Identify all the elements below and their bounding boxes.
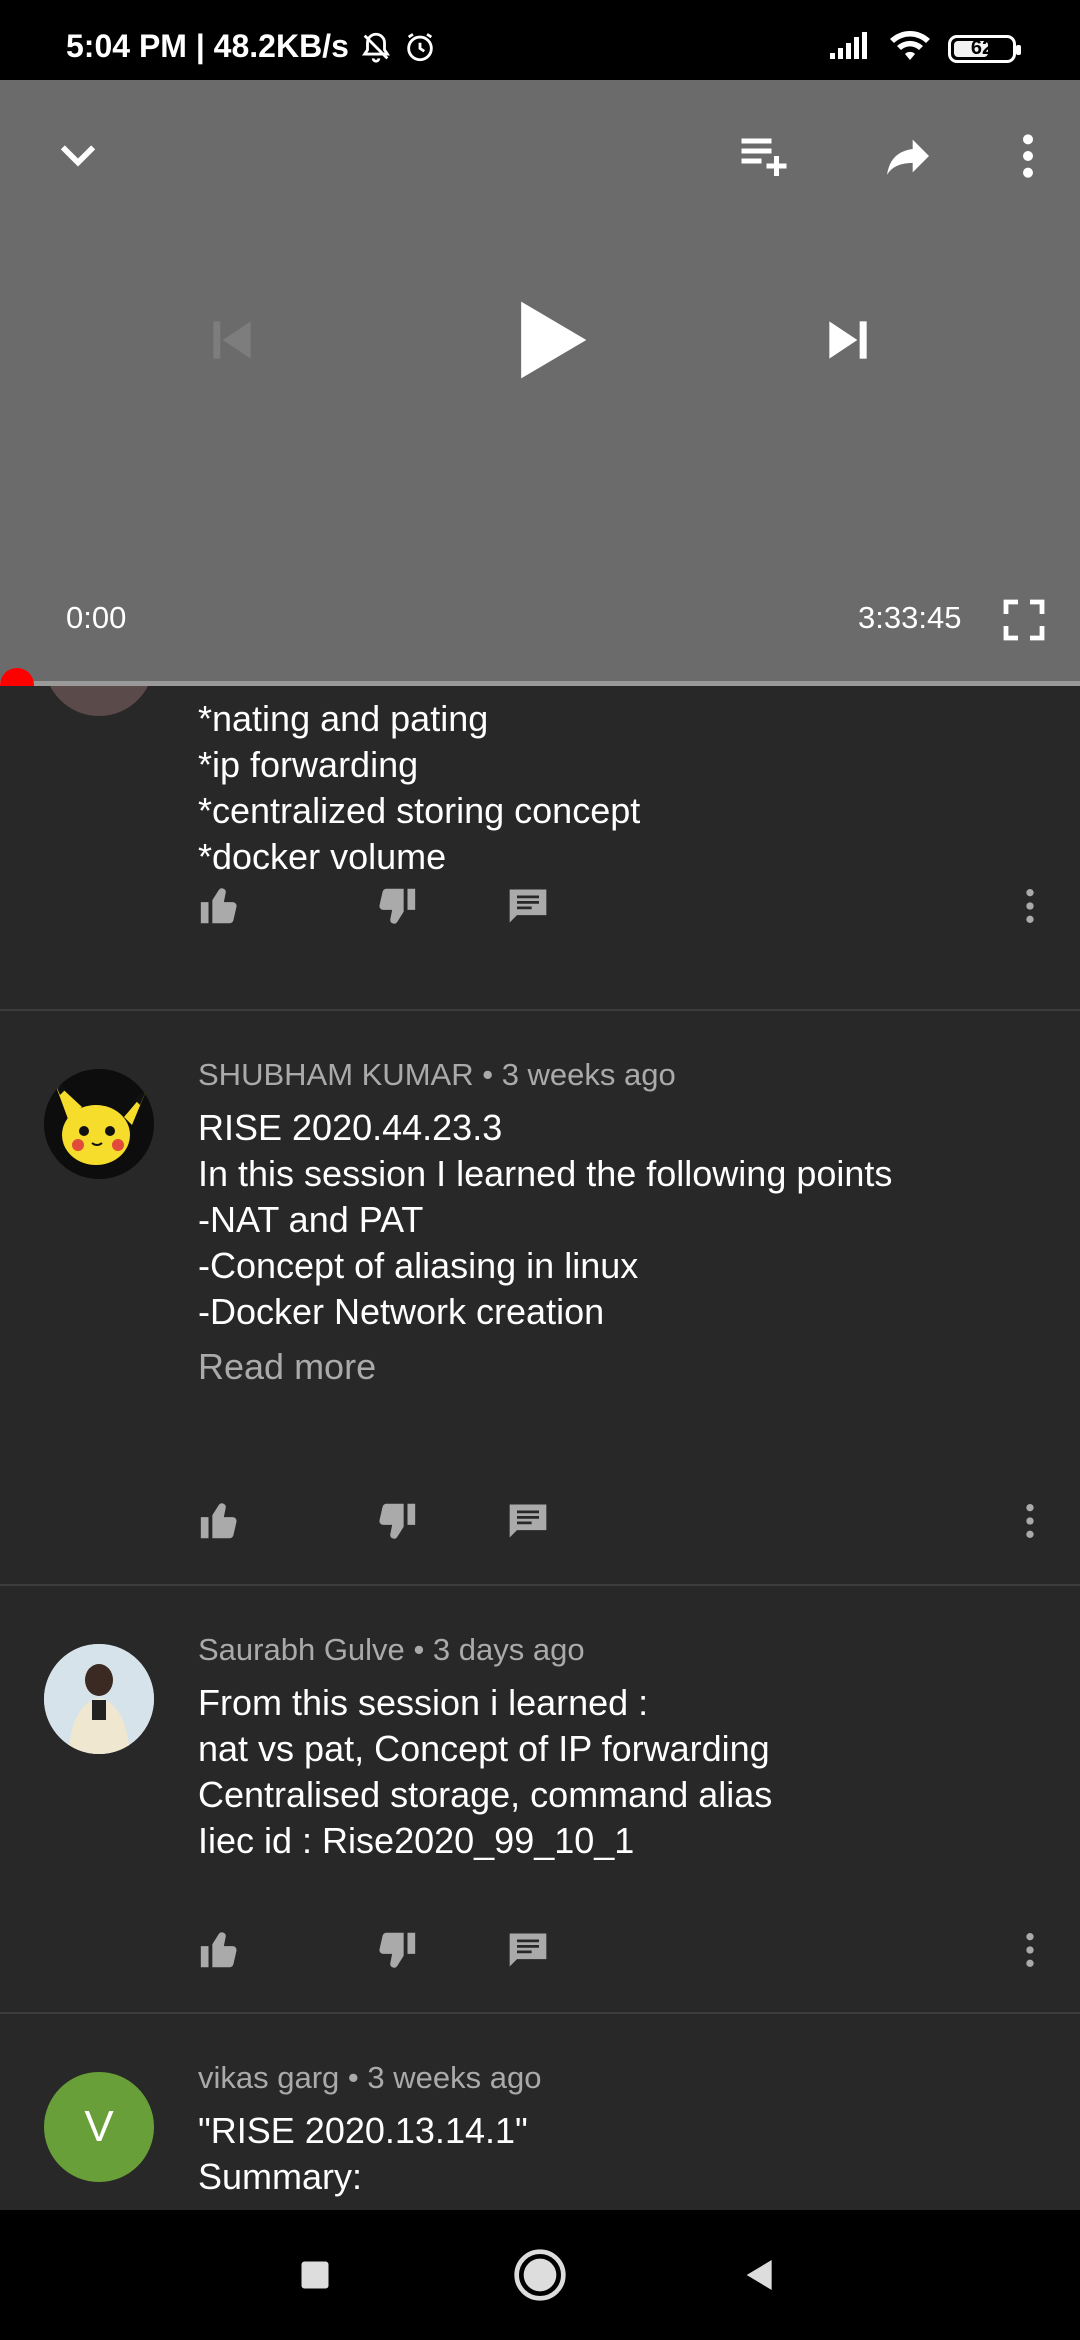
avatar[interactable]: V [44, 2072, 154, 2182]
dislike-icon[interactable] [366, 876, 426, 936]
comment-more-icon[interactable] [1000, 1491, 1060, 1551]
status-right: 62 [828, 30, 1021, 67]
comment-text: RISE 2020.44.23.3 In this session I lear… [198, 1107, 893, 1332]
comment-text: *nating and pating *ip forwarding *centr… [198, 698, 641, 877]
comment-more-icon[interactable] [1000, 1920, 1060, 1980]
comment-age: 3 weeks ago [501, 1057, 676, 1092]
signal-icon [828, 31, 872, 66]
previous-icon[interactable] [196, 304, 268, 376]
comment-meta: vikas garg • 3 weeks ago [198, 2060, 541, 2096]
comment-author[interactable]: SHUBHAM KUMAR [198, 1057, 474, 1092]
meta-separator: • [347, 2060, 368, 2095]
current-time: 0:00 [66, 600, 127, 635]
video-player[interactable]: 0:00 3:33:45 [0, 80, 1080, 702]
status-left: 5:04 PM | 48.2KB/s [66, 28, 437, 65]
add-to-queue-icon[interactable] [732, 124, 796, 188]
fullscreen-icon[interactable] [996, 592, 1052, 648]
home-icon[interactable] [510, 2245, 570, 2305]
comment-actions [0, 1491, 1080, 1551]
comment-item: V vikas garg • 3 weeks ago "RISE 2020.13… [0, 2014, 1080, 2210]
navigation-bar [0, 2210, 1080, 2340]
like-icon[interactable] [190, 1920, 250, 1980]
dislike-icon[interactable] [366, 1920, 426, 1980]
mute-icon [359, 30, 393, 64]
duration: 3:33:45 [858, 600, 962, 635]
like-icon[interactable] [190, 876, 250, 936]
dislike-icon[interactable] [366, 1491, 426, 1551]
reply-icon[interactable] [498, 876, 558, 936]
wifi-icon [888, 30, 932, 67]
comment-item: SHUBHAM KUMAR • 3 weeks ago RISE 2020.44… [0, 1011, 1080, 1586]
comment-meta: Saurabh Gulve • 3 days ago [198, 1632, 585, 1668]
comment-author[interactable]: Saurabh Gulve [198, 1632, 405, 1667]
battery-level: 62 [970, 37, 994, 59]
comment-age: 3 days ago [432, 1632, 585, 1667]
recents-icon[interactable] [285, 2245, 345, 2305]
battery-icon: 62 [948, 34, 1021, 63]
comments-list[interactable]: *nating and pating *ip forwarding *centr… [0, 686, 1080, 2210]
comment-meta: SHUBHAM KUMAR • 3 weeks ago [198, 1057, 676, 1093]
comment-actions [0, 1920, 1080, 1980]
avatar[interactable] [44, 1069, 154, 1179]
comment-item: Saurabh Gulve • 3 days ago From this ses… [0, 1586, 1080, 2014]
comment-actions [0, 876, 1080, 936]
like-icon[interactable] [190, 1491, 250, 1551]
comment-more-icon[interactable] [1000, 876, 1060, 936]
comment-item: *nating and pating *ip forwarding *centr… [0, 686, 1080, 1011]
meta-separator: • [413, 1632, 433, 1667]
avatar-letter: V [84, 2102, 114, 2151]
read-more-link[interactable]: Read more [198, 1346, 376, 1388]
avatar[interactable] [44, 1644, 154, 1754]
meta-separator: • [482, 1057, 502, 1092]
avatar[interactable] [44, 686, 154, 716]
back-icon[interactable] [730, 2245, 790, 2305]
status-bar: 5:04 PM | 48.2KB/s 62 [0, 0, 1080, 80]
comment-age: 3 weeks ago [367, 2060, 542, 2095]
comment-text: From this session i learned : nat vs pat… [198, 1682, 773, 1861]
reply-icon[interactable] [498, 1920, 558, 1980]
status-time-speed: 5:04 PM | 48.2KB/s [66, 28, 349, 64]
alarm-icon [403, 30, 437, 64]
collapse-icon[interactable] [46, 124, 110, 188]
more-icon[interactable] [996, 124, 1060, 188]
reply-icon[interactable] [498, 1491, 558, 1551]
comment-author[interactable]: vikas garg [198, 2060, 339, 2095]
share-icon[interactable] [876, 124, 940, 188]
play-icon[interactable] [494, 286, 602, 394]
next-icon[interactable] [812, 304, 884, 376]
comment-text: "RISE 2020.13.14.1" Summary: [198, 2110, 528, 2197]
